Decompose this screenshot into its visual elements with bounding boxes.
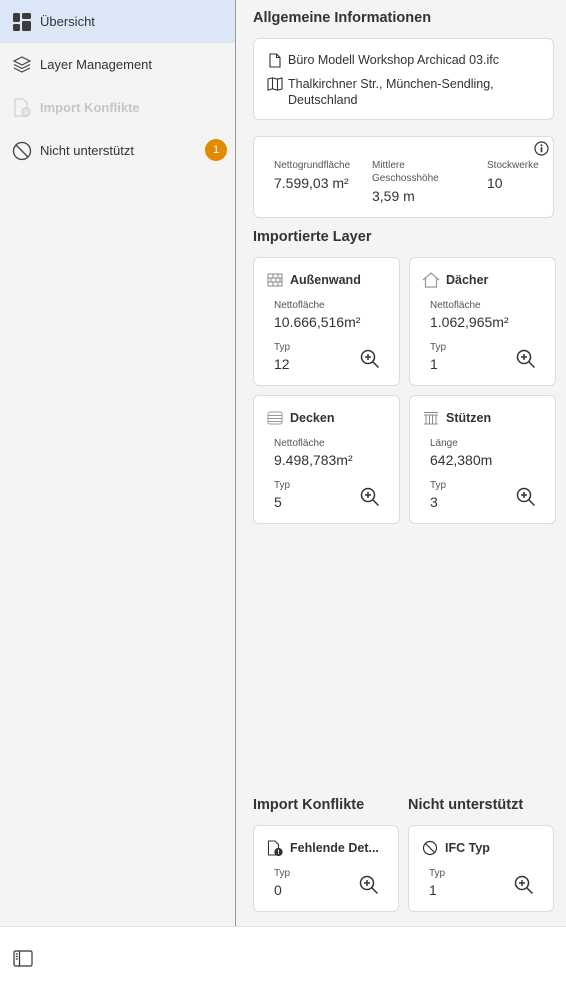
type-label: Typ <box>274 342 291 353</box>
sidebar-item-label: Import Konflikte <box>40 100 140 115</box>
conflict-name: Fehlende Det... <box>290 841 379 855</box>
type-label: Typ <box>274 480 291 491</box>
unsupported-card: IFC Typ Typ 1 <box>408 825 554 912</box>
layer-name: Dächer <box>446 273 489 287</box>
unsupported-name: IFC Typ <box>445 841 490 855</box>
stat-floor-height: Mittlere Geschosshöhe 3,59 m <box>372 160 439 204</box>
layer-card: Dächer Nettofläche 1.062,965m² Typ 1 <box>409 257 556 386</box>
main-content: Allgemeine Informationen Büro Modell Wor… <box>237 0 566 926</box>
sidebar-item-label: Übersicht <box>40 14 95 29</box>
column-icon <box>422 409 440 427</box>
layer-card: Außenwand Nettofläche 10.666,516m² Typ 1… <box>253 257 400 386</box>
zoom-in-icon[interactable] <box>515 486 537 508</box>
sidebar-item-import-conflicts: Import Konflikte <box>0 86 235 129</box>
type-value: 0 <box>274 882 282 898</box>
type-value: 3 <box>430 494 438 510</box>
file-icon <box>267 52 283 68</box>
metric-label: Nettofläche <box>274 438 325 449</box>
type-value: 1 <box>430 356 438 372</box>
type-value: 1 <box>429 882 437 898</box>
general-info-card: Büro Modell Workshop Archicad 03.ifc Tha… <box>253 38 554 120</box>
roof-icon <box>422 271 440 289</box>
zoom-in-icon[interactable] <box>513 874 535 896</box>
conflict-card: Fehlende Det... Typ 0 <box>253 825 399 912</box>
block-icon <box>12 141 32 161</box>
footer-bar <box>0 926 566 986</box>
file-warning-icon <box>266 839 284 857</box>
sidebar-item-overview[interactable]: Übersicht <box>0 0 235 43</box>
metric-label: Nettofläche <box>274 300 325 311</box>
layer-card: Stützen Länge 642,380m Typ 3 <box>409 395 556 524</box>
type-value: 5 <box>274 494 282 510</box>
stat-floors: Stockwerke 10 <box>487 160 539 191</box>
type-label: Typ <box>430 342 447 353</box>
metric-value: 10.666,516m² <box>274 314 361 330</box>
metric-value: 642,380m <box>430 452 493 468</box>
filename: Büro Modell Workshop Archicad 03.ifc <box>288 53 499 67</box>
layer-card: Decken Nettofläche 9.498,783m² Typ 5 <box>253 395 400 524</box>
layer-name: Außenwand <box>290 273 361 287</box>
sidebar-item-unsupported[interactable]: Nicht unterstützt 1 <box>0 129 235 172</box>
layer-name: Decken <box>290 411 335 425</box>
block-icon <box>421 839 439 857</box>
metric-label: Nettofläche <box>430 300 481 311</box>
type-label: Typ <box>274 868 291 879</box>
zoom-in-icon[interactable] <box>515 348 537 370</box>
type-value: 12 <box>274 356 290 372</box>
sidebar-item-layer-management[interactable]: Layer Management <box>0 43 235 86</box>
info-icon[interactable] <box>534 141 549 161</box>
map-icon <box>267 76 283 91</box>
section-title-conflicts: Import Konflikte <box>253 797 365 813</box>
zoom-in-icon[interactable] <box>359 348 381 370</box>
sidebar-toggle-icon[interactable] <box>12 949 34 967</box>
type-label: Typ <box>430 480 447 491</box>
zoom-in-icon[interactable] <box>359 486 381 508</box>
address: Thalkirchner Str., München-Sendling, Deut… <box>288 77 494 107</box>
address-row: Thalkirchner Str., München-Sendling, Deut… <box>267 76 494 108</box>
zoom-in-icon[interactable] <box>358 874 380 896</box>
count-badge: 1 <box>205 139 227 161</box>
section-title-unsupported: Nicht unterstützt <box>408 797 524 813</box>
section-title-layers: Importierte Layer <box>253 229 372 245</box>
metric-label: Länge <box>430 438 458 449</box>
metric-value: 1.062,965m² <box>430 314 509 330</box>
stats-card: Nettogrundfläche 7.599,03 m² Mittlere Ges… <box>253 136 554 218</box>
sidebar: Übersicht Layer Management Import Konfli… <box>0 0 236 926</box>
wall-icon <box>266 271 284 289</box>
section-title-general: Allgemeine Informationen <box>253 10 432 26</box>
dashboard-icon <box>12 12 32 32</box>
layers-icon <box>12 55 32 75</box>
metric-value: 9.498,783m² <box>274 452 353 468</box>
layer-name: Stützen <box>446 411 492 425</box>
file-warning-icon <box>12 97 32 118</box>
slab-icon <box>266 409 284 427</box>
type-label: Typ <box>429 868 446 879</box>
sidebar-item-label: Nicht unterstützt <box>40 143 134 158</box>
sidebar-item-label: Layer Management <box>40 57 153 72</box>
stat-net-area: Nettogrundfläche 7.599,03 m² <box>274 160 351 191</box>
filename-row: Büro Modell Workshop Archicad 03.ifc <box>267 52 499 68</box>
